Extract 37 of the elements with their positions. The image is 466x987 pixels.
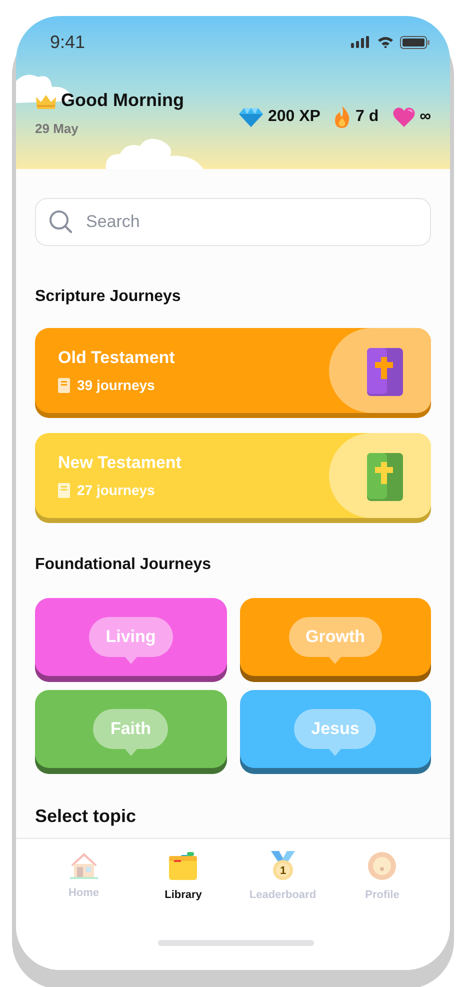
journey-count: 39 journeys [77,377,155,394]
book-icon [58,378,70,393]
stat-value: 7 d [355,108,379,126]
journey-tile[interactable]: Living [35,598,226,676]
stat-value: ∞ [420,108,431,126]
journey-count: 27 journeys [77,482,155,498]
house-icon [68,851,99,880]
journey-card[interactable]: Old Testament 39 journeys [35,328,431,414]
section-heading: Scripture Journeys [35,288,182,306]
greeting-title: Good Morning [61,90,184,111]
journey-tile[interactable]: Faith [35,690,226,768]
book-icon [58,482,70,498]
bible-icon [367,453,403,502]
journey-tile[interactable]: Jesus [240,690,431,768]
stat-value: 200 XP [268,108,320,126]
heart-icon [392,107,415,127]
crown-icon [35,92,57,108]
flame-icon [334,106,350,128]
diamond-icon [238,107,263,127]
wifi-icon [377,36,394,48]
section-heading: Foundational Journeys [35,556,212,574]
signal-icon [351,36,371,48]
folder-icon [168,851,198,882]
status-time: 9:41 [50,32,86,52]
battery-icon [400,36,430,48]
tab-item[interactable]: Profile [332,851,432,902]
journey-card[interactable]: New Testament 27 journeys [35,433,431,518]
section-heading: Select topic [35,806,138,828]
card-title: New Testament [58,453,182,474]
tab-item[interactable]: 1 Leaderboard [233,851,332,902]
search-field[interactable]: Search [35,198,431,246]
card-title: Old Testament [58,348,176,368]
tab-item[interactable]: Library [134,851,233,902]
tab-item[interactable]: Home [34,851,134,902]
bible-icon [367,348,403,396]
journey-tile[interactable]: Growth [240,598,431,676]
date-label: 29 May [35,121,80,136]
